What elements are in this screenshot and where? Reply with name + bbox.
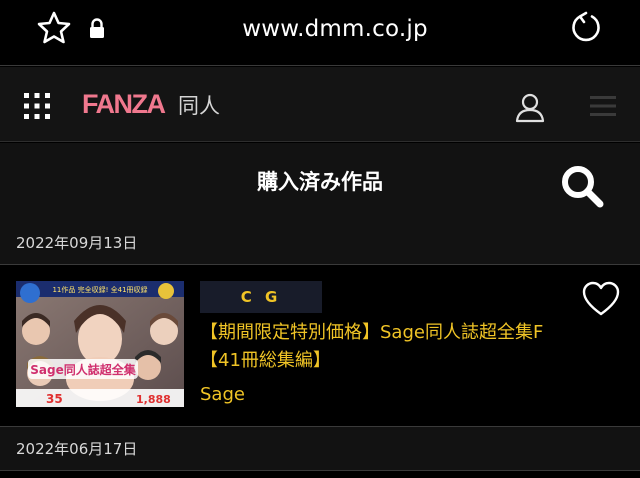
lock-icon[interactable] — [88, 17, 106, 39]
menu-icon[interactable] — [590, 95, 616, 117]
section-label[interactable]: 同人 — [178, 91, 220, 121]
heart-icon[interactable] — [582, 281, 620, 317]
purchase-date: 2022年06月17日 — [16, 440, 138, 458]
category-badge: C G — [200, 281, 322, 313]
grid-icon[interactable] — [24, 93, 50, 119]
product-thumbnail[interactable]: Sage同人誌超全集 11作品 完全収録! 全41冊収録 35 1,888 — [16, 281, 184, 407]
star-icon[interactable] — [36, 10, 72, 46]
reload-icon[interactable] — [568, 10, 604, 46]
fanza-logo[interactable]: FANZA — [82, 89, 166, 119]
thumbnail-logo: Sage同人誌超全集 — [30, 362, 136, 377]
purchase-date: 2022年09月13日 — [16, 234, 138, 252]
url-text[interactable]: www.dmm.co.jp — [200, 14, 470, 44]
product-title[interactable]: 【期間限定特別価格】Sage同人誌超全集F【41冊総集編】 — [200, 319, 570, 375]
page-title: 購入済み作品 — [257, 170, 383, 194]
site-header: FANZA 同人 — [0, 67, 640, 142]
search-icon[interactable] — [558, 162, 606, 210]
product-author[interactable]: Sage — [200, 383, 245, 407]
browser-url-bar: www.dmm.co.jp — [0, 0, 640, 66]
date-header: 2022年06月17日 — [0, 427, 640, 471]
date-header: 2022年09月13日 — [0, 221, 640, 265]
purchase-item[interactable]: Sage同人誌超全集 11作品 完全収録! 全41冊収録 35 1,888 C … — [0, 265, 640, 427]
thumbnail-banner: 11作品 完全収録! 全41冊収録 — [52, 285, 147, 294]
thumbnail-price: 1,888 — [136, 393, 171, 406]
page-title-bar: 購入済み作品 — [0, 143, 640, 221]
thumbnail-count: 35 — [46, 392, 63, 406]
user-icon[interactable] — [514, 91, 546, 123]
